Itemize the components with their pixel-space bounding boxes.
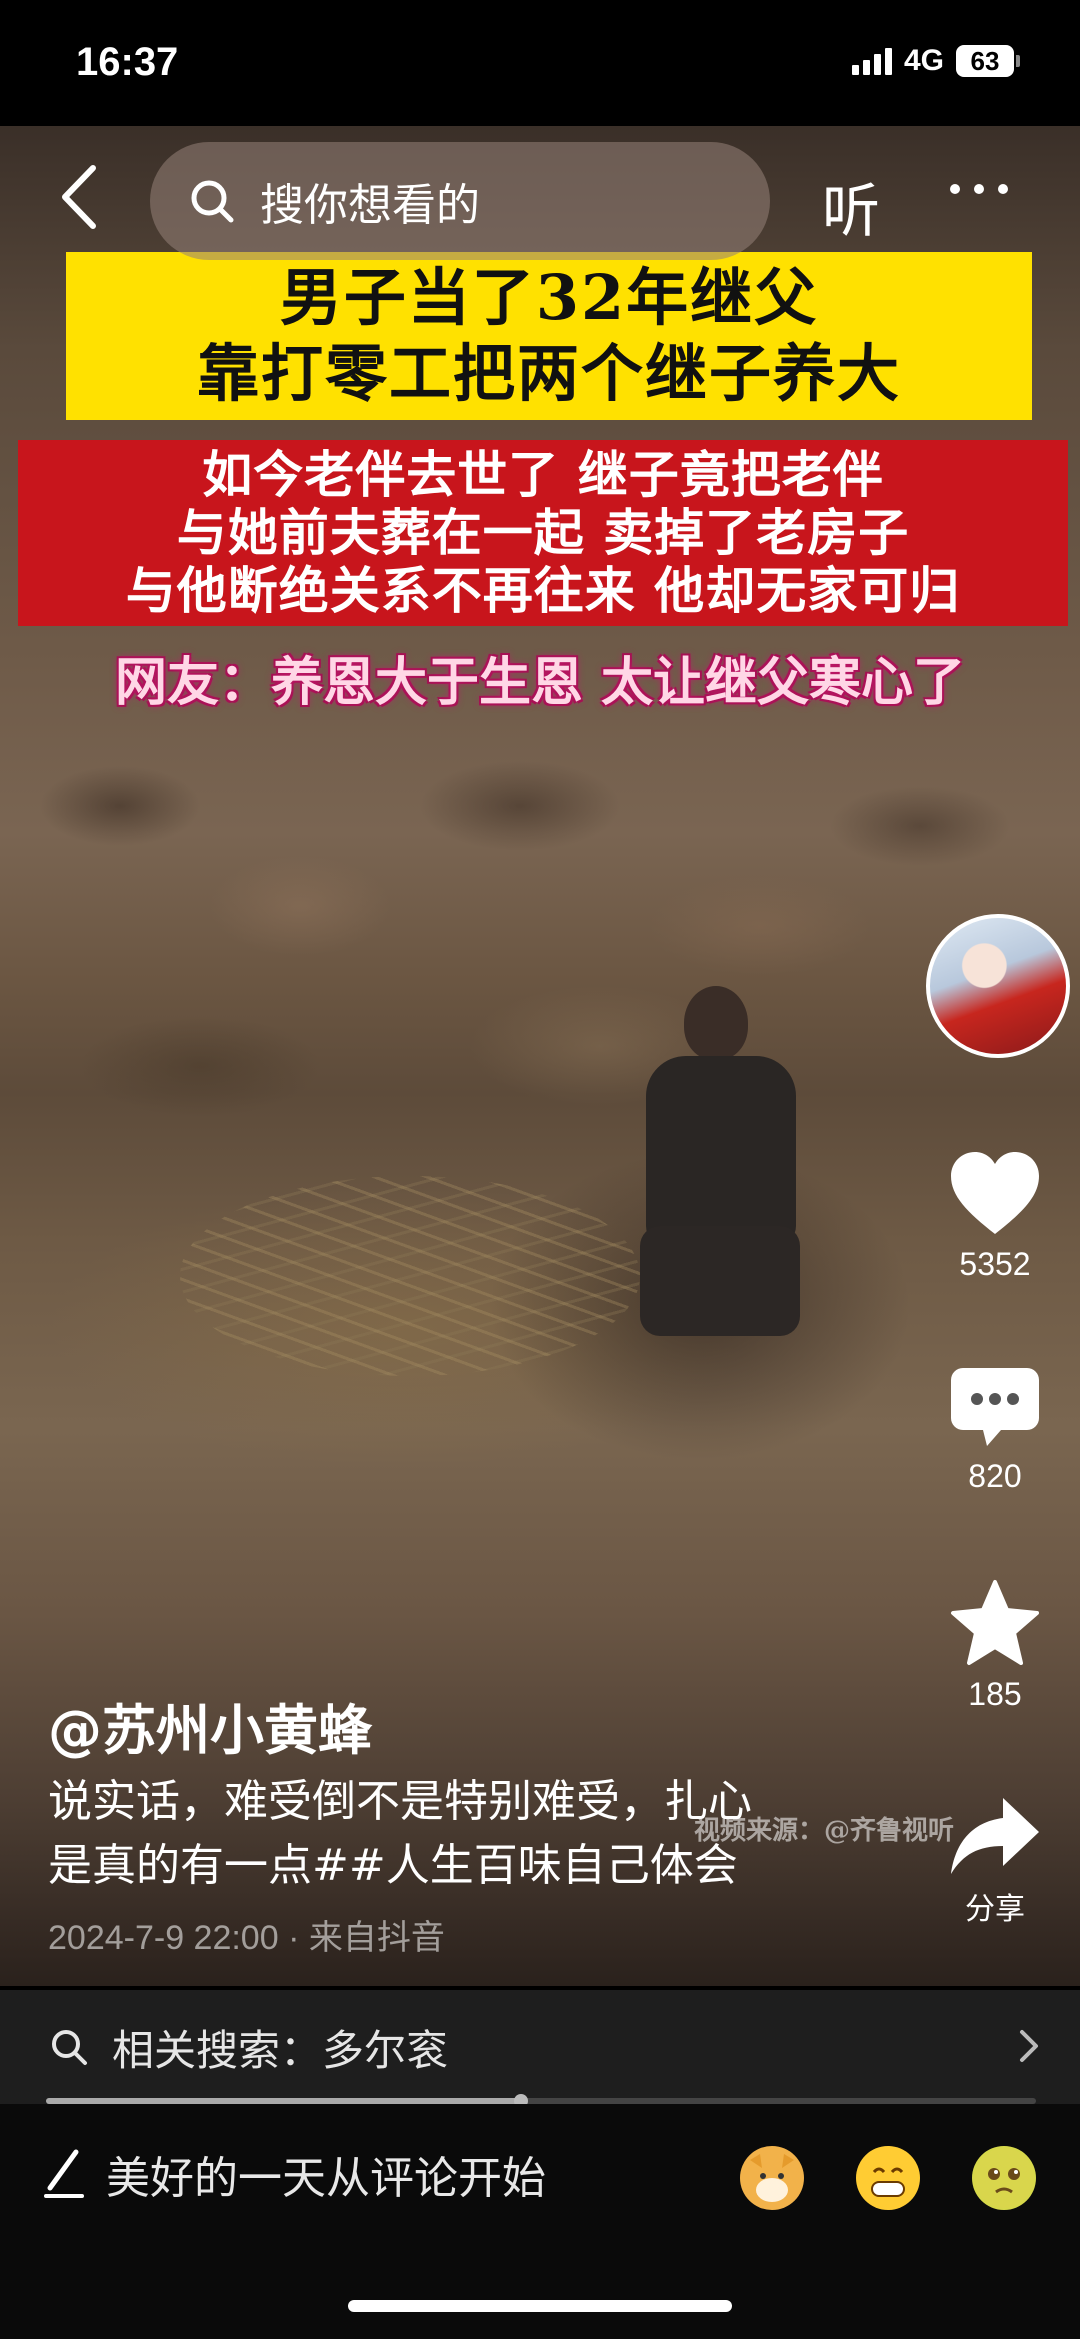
search-input[interactable]: 搜你想看的 [150, 142, 770, 260]
more-icon [950, 184, 960, 194]
related-search[interactable]: 相关搜索： 多尔衮 [0, 1990, 1080, 2104]
status-indicators: 4G 63 [851, 44, 1020, 78]
dog-emoji-icon[interactable] [740, 2146, 804, 2210]
post-description: 说实话，难受倒不是特别难受，扎心 是真的有一点##人生百味自己体会 [48, 1770, 868, 1898]
chevron-right-icon [1020, 2030, 1038, 2062]
star-icon [951, 1580, 1039, 1665]
listen-button[interactable]: 听 [822, 164, 880, 248]
related-search-label: 相关搜索： [112, 2025, 323, 2075]
chevron-left-icon [62, 165, 96, 229]
author-avatar[interactable] [926, 914, 1070, 1058]
related-search-term: 多尔衮 [322, 2025, 449, 2075]
share-icon [951, 1798, 1039, 1874]
top-nav: 搜你想看的 听 [0, 126, 1080, 286]
video-straw-pile [180, 1176, 640, 1376]
back-button[interactable] [44, 162, 114, 232]
caption-story-line1: 如今老伴去世了 继子竟把老伴 [202, 445, 884, 504]
status-bar: 16:37 4G 63 [0, 0, 1080, 126]
heart-icon [951, 1152, 1039, 1234]
search-placeholder: 搜你想看的 [260, 180, 480, 231]
share-label: 分享 [965, 1892, 1025, 1927]
grin-emoji-icon[interactable] [856, 2146, 920, 2210]
search-icon [46, 2024, 92, 2070]
like-count: 5352 [959, 1246, 1031, 1282]
caption-story-line2: 与她前夫葬在一起 卖掉了老房子 [176, 503, 910, 562]
status-time: 16:37 [76, 40, 179, 84]
caption-story-line3: 与他断绝关系不再往来 他却无家可归 [125, 561, 961, 620]
signal-icon [851, 47, 892, 75]
comment-placeholder: 美好的一天从评论开始 [106, 2153, 546, 2204]
home-indicator[interactable] [348, 2300, 732, 2312]
video-person [630, 986, 820, 1356]
post-description-line2[interactable]: 是真的有一点##人生百味自己体会 [48, 1834, 868, 1898]
comment-count: 820 [968, 1458, 1022, 1494]
favorite-button[interactable]: 185 [930, 1578, 1060, 1713]
comment-icon [951, 1368, 1039, 1446]
caption-headline-line2: 靠打零工把两个继子养大 [196, 337, 901, 410]
pen-icon [44, 2149, 84, 2198]
battery-level: 63 [956, 45, 1014, 77]
post-description-line1: 说实话，难受倒不是特别难受，扎心 [48, 1776, 752, 1827]
network-type: 4G [903, 44, 944, 77]
caption-story: 如今老伴去世了 继子竟把老伴 与她前夫葬在一起 卖掉了老房子 与他断绝关系不再往… [18, 440, 1068, 626]
comment-button[interactable]: 820 [930, 1364, 1060, 1495]
search-icon [184, 173, 240, 229]
comment-input[interactable]: 美好的一天从评论开始 [42, 2142, 546, 2206]
post-meta: 2024-7-9 22:00 · 来自抖音 [48, 1919, 445, 1957]
author-name[interactable]: @苏州小黄蜂 [48, 1686, 372, 1765]
favorite-count: 185 [968, 1676, 1022, 1712]
like-button[interactable]: 5352 [930, 1150, 1060, 1283]
more-button[interactable] [950, 184, 1008, 194]
caption-netizen: 网友：养恩大于生恩 太让继父寒心了 [114, 652, 966, 713]
tearful-emoji-icon[interactable] [972, 2146, 1036, 2210]
battery-icon: 63 [956, 45, 1020, 77]
